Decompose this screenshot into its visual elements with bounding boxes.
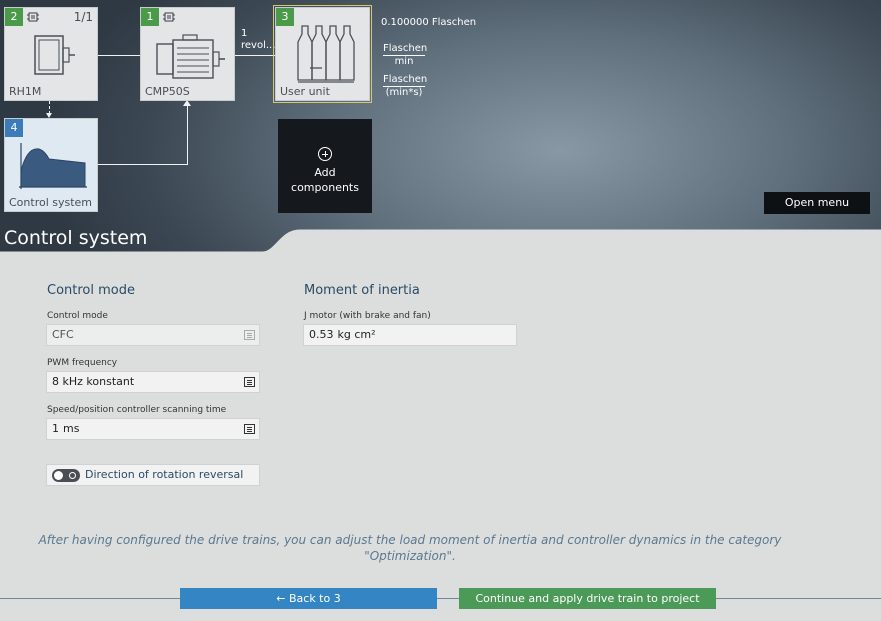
moment-of-inertia-heading: Moment of inertia — [304, 283, 420, 298]
rate-denominator: min — [394, 56, 414, 67]
footer-divider — [0, 598, 881, 599]
servo-motor-icon — [156, 34, 225, 79]
rate-numerator: Flaschen — [383, 43, 428, 56]
component-number-badge: 4 — [5, 119, 23, 137]
bottles-icon — [297, 25, 355, 83]
link-ratio: 1 revol... — [241, 28, 275, 52]
chip-icon — [163, 12, 175, 22]
pwm-frequency-value: 8 kHz konstant — [52, 375, 135, 388]
j-motor-value: 0.53 — [309, 328, 334, 341]
j-motor-field[interactable]: 0.53 kg cm² — [303, 324, 517, 346]
user-unit-acceleration: Flaschen (min*s) — [383, 74, 428, 98]
list-icon[interactable] — [244, 377, 255, 387]
scan-time-unit: ms — [63, 422, 80, 435]
optimization-note-line-2: "Optimization". — [364, 549, 456, 563]
component-label: User unit — [280, 85, 330, 98]
component-label: CMP50S — [145, 85, 190, 98]
continue-button[interactable]: Continue and apply drive train to projec… — [459, 588, 716, 609]
component-number-badge: 2 — [5, 8, 23, 26]
user-unit-quantity: 0.100000 Flaschen — [381, 17, 477, 28]
connector-line — [235, 55, 275, 56]
add-components-label-2: components — [291, 181, 359, 194]
component-label: Control system — [9, 196, 93, 209]
chip-icon — [27, 12, 39, 22]
accel-denominator: (min*s) — [385, 87, 423, 98]
accel-numerator: Flaschen — [383, 74, 428, 87]
component-card-user-unit[interactable]: 3 User unit — [273, 5, 372, 103]
rotation-reversal-label: Direction of rotation reversal — [85, 468, 244, 481]
component-card-encoder[interactable]: 2 1/1 RH1M — [4, 7, 98, 101]
connector-line — [187, 105, 188, 165]
rotation-reversal-row[interactable]: Direction of rotation reversal — [46, 464, 260, 486]
control-mode-value: CFC — [52, 328, 74, 341]
optimization-note: After having configured the drive trains… — [30, 532, 790, 564]
pwm-frequency-select[interactable]: 8 kHz konstant — [46, 371, 260, 393]
section-title: Control system — [4, 227, 148, 249]
component-label: RH1M — [9, 85, 42, 98]
component-card-control-system[interactable]: 4 Control system — [4, 118, 98, 212]
encoder-icon — [34, 35, 75, 75]
add-components-label-1: Add — [314, 166, 336, 179]
j-motor-unit: kg cm² — [337, 328, 376, 341]
control-mode-select[interactable]: CFC — [46, 324, 260, 346]
connector-line — [98, 55, 140, 56]
component-number-badge: 1 — [141, 8, 159, 26]
link-ratio-unit: revol... — [241, 40, 276, 51]
connector-line — [98, 164, 188, 165]
j-motor-label: J motor (with brake and fan) — [304, 311, 431, 321]
scan-time-select[interactable]: 1 ms — [46, 418, 260, 440]
back-button[interactable]: ← Back to 3 — [180, 588, 437, 609]
open-menu-button[interactable]: Open menu — [764, 192, 870, 214]
optimization-note-line-1: After having configured the drive trains… — [38, 533, 782, 547]
drive-train-canvas: 1 revol... 2 1/1 RH1M 1 CMP50S 3 User un… — [0, 0, 881, 260]
link-ratio-value: 1 — [241, 28, 248, 39]
rotation-reversal-toggle[interactable] — [52, 469, 80, 482]
scan-time-value: 1 — [52, 422, 59, 435]
control-mode-label: Control mode — [47, 311, 108, 321]
component-card-motor[interactable]: 1 CMP50S — [140, 7, 235, 101]
component-number-badge: 3 — [276, 8, 294, 26]
control-curve-icon — [19, 143, 87, 189]
list-icon — [244, 330, 255, 340]
plus-circle-icon — [318, 147, 332, 161]
list-icon[interactable] — [244, 424, 255, 434]
component-fraction: 1/1 — [73, 10, 93, 24]
add-components-button[interactable]: Add components — [278, 119, 372, 213]
pwm-frequency-label: PWM frequency — [47, 358, 118, 368]
scan-time-label: Speed/position controller scanning time — [47, 405, 227, 415]
control-mode-heading: Control mode — [47, 283, 135, 298]
user-unit-rate: Flaschen min — [383, 43, 428, 67]
